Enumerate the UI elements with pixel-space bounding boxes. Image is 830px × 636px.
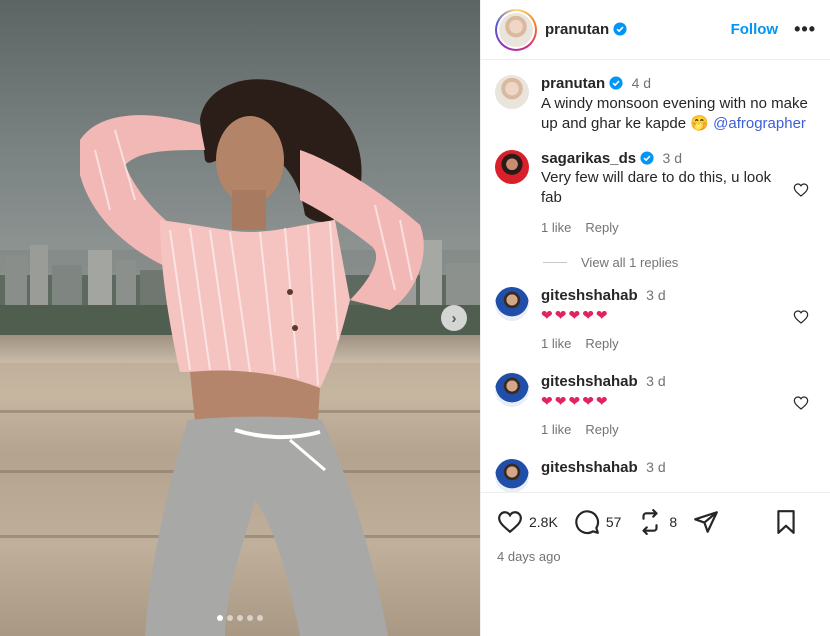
caption-author[interactable]: pranutan	[541, 75, 605, 92]
comment-item: giteshshahab 3 d ❤❤❤❤❤ 1 like Reply	[495, 287, 817, 351]
reply-button[interactable]: Reply	[585, 220, 618, 235]
comment-text: ❤❤❤❤❤	[541, 393, 610, 409]
carousel-dot	[247, 615, 253, 621]
save-button[interactable]	[773, 509, 799, 535]
posted-timestamp[interactable]: 4 days ago	[497, 549, 815, 564]
avatar-image	[499, 12, 533, 47]
avatar[interactable]	[495, 150, 529, 184]
photo-subject	[80, 79, 424, 636]
author-name[interactable]: pranutan	[545, 21, 627, 38]
comment-time: 3 d	[646, 373, 666, 389]
comment-time: 3 d	[662, 150, 682, 166]
more-icon[interactable]: •••	[794, 19, 816, 40]
author-avatar[interactable]	[495, 8, 537, 51]
comment-button[interactable]: 57	[574, 509, 622, 535]
comment-icon	[575, 510, 599, 535]
repost-icon	[642, 509, 658, 535]
comment-text: ❤❤❤❤❤	[541, 307, 610, 323]
verified-badge-icon	[613, 22, 627, 36]
replies-divider	[543, 262, 567, 263]
view-replies-button[interactable]: View all 1 replies	[543, 255, 817, 270]
comment-likes[interactable]: 1 like	[541, 422, 571, 437]
follow-button[interactable]: Follow	[731, 21, 779, 38]
bookmark-icon	[777, 510, 795, 534]
heart-icon	[498, 511, 522, 534]
comment-author[interactable]: sagarikas_ds	[541, 150, 636, 167]
avatar[interactable]	[495, 459, 529, 492]
post-actions: 2.8K 57 8 4 days ago	[481, 492, 830, 636]
post-header: pranutan Follow •••	[481, 0, 830, 60]
reply-button[interactable]: Reply	[585, 422, 618, 437]
caption: pranutan 4 d A windy monsoon evening wit…	[495, 75, 817, 134]
share-button[interactable]	[693, 509, 719, 535]
chevron-right-icon: ›	[451, 309, 457, 327]
carousel-dot	[217, 615, 223, 621]
comments-list[interactable]: pranutan 4 d A windy monsoon evening wit…	[481, 61, 830, 492]
carousel-dot	[227, 615, 233, 621]
heart-icon[interactable]	[793, 309, 809, 325]
comment-time: 3 d	[646, 459, 666, 475]
like-count[interactable]: 2.8K	[529, 514, 558, 530]
view-replies-label: View all 1 replies	[581, 255, 679, 270]
comment-text: Very few will dare to do this, u look fa…	[541, 169, 772, 206]
comment-author[interactable]: giteshshahab	[541, 459, 638, 476]
comment-item: giteshshahab 3 d	[495, 459, 817, 492]
comment-author[interactable]: giteshshahab	[541, 287, 638, 304]
heart-icon[interactable]	[793, 395, 809, 411]
comment-time: 3 d	[646, 287, 666, 303]
carousel-dots	[0, 615, 480, 621]
avatar[interactable]	[495, 75, 529, 109]
post-detail-panel: pranutan Follow ••• pranutan 4 d A windy…	[480, 0, 830, 636]
comment-count[interactable]: 57	[606, 514, 622, 530]
carousel-next-button[interactable]: ›	[441, 305, 467, 331]
reply-button[interactable]: Reply	[585, 336, 618, 351]
heart-icon[interactable]	[793, 182, 809, 198]
avatar[interactable]	[495, 373, 529, 407]
repost-count[interactable]: 8	[669, 514, 677, 530]
mention-link[interactable]: @afrographer	[713, 115, 806, 132]
comment-likes[interactable]: 1 like	[541, 336, 571, 351]
carousel-dot	[257, 615, 263, 621]
comment-item: sagarikas_ds 3 d Very few will dare to d…	[495, 150, 817, 235]
comment-item: giteshshahab 3 d ❤❤❤❤❤ 1 like Reply	[495, 373, 817, 437]
verified-badge-icon	[640, 151, 654, 165]
verified-badge-icon	[609, 76, 623, 90]
comment-likes[interactable]: 1 like	[541, 220, 571, 235]
post-photo[interactable]: ›	[0, 0, 480, 636]
share-icon	[694, 511, 719, 533]
avatar[interactable]	[495, 287, 529, 321]
comment-author[interactable]: giteshshahab	[541, 373, 638, 390]
like-button[interactable]: 2.8K	[497, 509, 558, 535]
carousel-dot	[237, 615, 243, 621]
caption-time: 4 d	[631, 75, 652, 91]
repost-button[interactable]: 8	[637, 509, 677, 535]
